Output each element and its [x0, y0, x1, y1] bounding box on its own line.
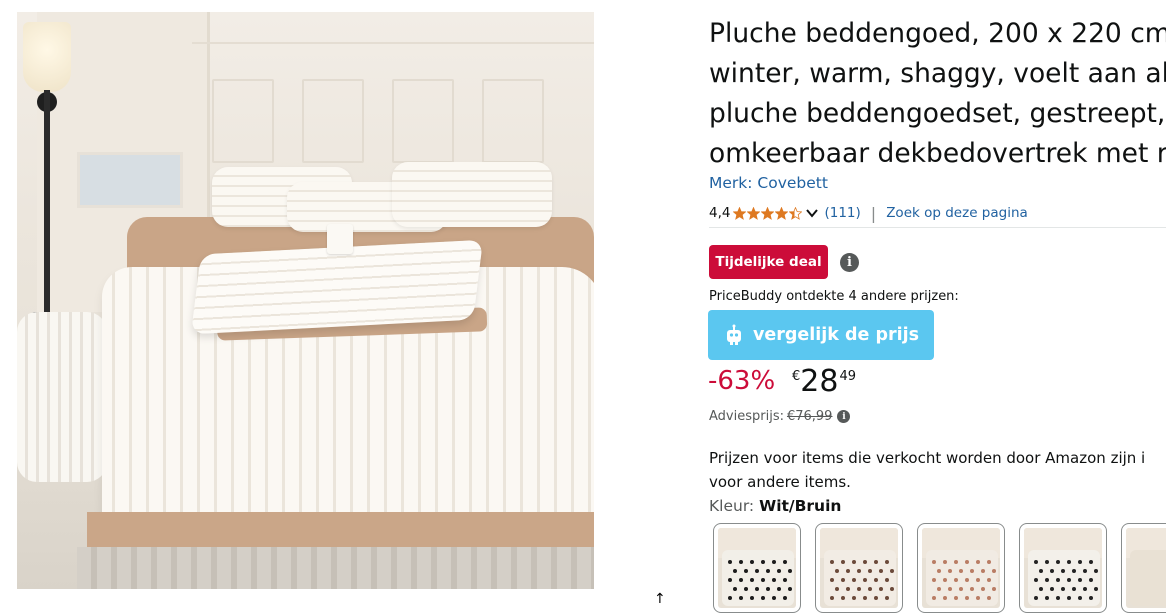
rating-value: 4,4 [709, 205, 731, 221]
prices-note-line: Prijzen voor items die verkocht worden d… [709, 449, 1146, 467]
rug [77, 547, 594, 589]
rating-row: 4,4 (111) | Zoek op deze pagina [709, 203, 1028, 223]
star-rating[interactable] [733, 206, 803, 220]
color-label: Kleur: [709, 497, 755, 515]
color-value: Wit/Bruin [759, 497, 842, 515]
bed-skirt [87, 512, 594, 552]
swatch-image [922, 528, 1000, 608]
prices-note-line: voor andere items. [709, 473, 851, 491]
color-swatch-zwart-wit-harten[interactable] [1019, 523, 1107, 613]
up-arrow-cursor-icon: ↑ [654, 591, 666, 607]
color-swatch-beige-effen[interactable] [1121, 523, 1166, 613]
swatch-image [1024, 528, 1102, 608]
door-window [77, 152, 183, 208]
color-swatch-wit-roze-harten[interactable] [917, 523, 1005, 613]
list-price-row: Adviesprijs: €76,99 i [709, 409, 851, 424]
compare-price-button[interactable]: vergelijk de prijs [708, 310, 934, 360]
brand-link[interactable]: Merk: Covebett [709, 174, 828, 192]
throw-blanket [17, 312, 107, 482]
title-line: winter, warm, shaggy, voelt aan al [709, 58, 1166, 89]
price: € 28 49 [792, 364, 856, 400]
title-line: Pluche beddengoed, 200 x 220 cm [709, 18, 1166, 49]
star-icon [761, 206, 775, 220]
swatch-image [1126, 528, 1166, 608]
divider: | [870, 203, 877, 223]
price-fraction: 49 [839, 369, 857, 384]
product-main-image[interactable] [17, 12, 594, 589]
color-swatch-wit-bruin-harten[interactable] [815, 523, 903, 613]
star-icon [775, 206, 789, 220]
mug [327, 224, 353, 254]
pricebuddy-note: PriceBuddy ontdekte 4 andere prijzen: [709, 289, 959, 304]
search-page-link[interactable]: Zoek op deze pagina [886, 205, 1028, 221]
prices-note: Prijzen voor items die verkocht worden d… [709, 446, 1166, 494]
title-line: pluche beddengoedset, gestreept, [709, 98, 1166, 129]
swatch-image [820, 528, 898, 608]
info-icon[interactable]: i [840, 253, 859, 272]
divider-line [709, 227, 1166, 228]
back-pillows [212, 157, 552, 232]
info-icon[interactable]: i [837, 410, 851, 423]
color-swatches [713, 523, 1166, 613]
star-icon [747, 206, 761, 220]
price-symbol: € [792, 369, 801, 384]
color-row: Kleur: Wit/Bruin [709, 497, 841, 515]
deal-badge: Tijdelijke deal [709, 245, 828, 279]
chevron-down-icon[interactable] [805, 206, 819, 220]
star-icon [733, 206, 747, 220]
compare-button-label: vergelijk de prijs [752, 325, 920, 345]
color-swatch-wit-zwart-harten[interactable] [713, 523, 801, 613]
list-price-value: €76,99 [786, 409, 833, 424]
list-price-label: Adviesprijs: [709, 409, 784, 424]
robot-icon [726, 324, 741, 345]
star-icon [789, 206, 803, 220]
title-line: omkeerbaar dekbedovertrek met r [709, 138, 1166, 169]
product-title: Pluche beddengoed, 200 x 220 cm winter, … [709, 14, 1166, 174]
price-whole: 28 [800, 364, 839, 399]
swatch-image [718, 528, 796, 608]
rating-count-link[interactable]: (111) [824, 205, 860, 221]
discount-percent: -63% [708, 366, 776, 396]
